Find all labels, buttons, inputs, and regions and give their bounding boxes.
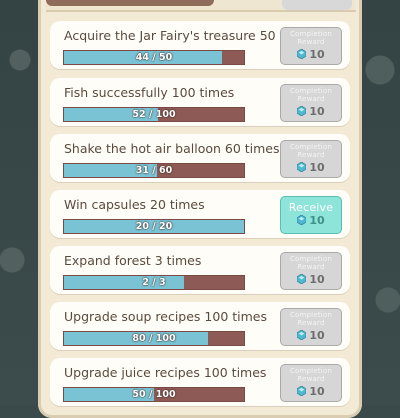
quest-title: Shake the hot air balloon 60 times <box>64 141 280 156</box>
completion-reward-button[interactable]: Completion Reward 10 <box>280 308 342 346</box>
panel-header-button[interactable] <box>282 0 352 10</box>
quest-title: Upgrade soup recipes 100 times <box>64 309 268 324</box>
reward-label: Completion Reward <box>289 255 333 271</box>
gem-icon <box>297 162 307 172</box>
quest-progress-bar: 44 / 50 <box>63 50 245 65</box>
quest-title: Upgrade juice recipes 100 times <box>64 365 267 380</box>
reward-label: Completion Reward <box>289 311 333 327</box>
quest-progress-bar: 80 / 100 <box>63 331 245 346</box>
quest-title: Fish successfully 100 times <box>64 85 235 100</box>
progress-text: 44 / 50 <box>135 52 173 63</box>
progress-text: 50 / 100 <box>132 389 176 400</box>
quest-progress-bar: 20 / 20 <box>63 219 245 234</box>
quest-title: Expand forest 3 times <box>64 253 202 268</box>
quest-row: Acquire the Jar Fairy's treasure 50 time… <box>50 21 350 69</box>
receive-reward-button[interactable]: Receive 10 <box>280 196 342 234</box>
reward-label: Completion Reward <box>289 30 333 46</box>
gem-icon <box>297 49 307 59</box>
reward-amount: 10 <box>309 161 325 174</box>
completion-reward-button[interactable]: Completion Reward 10 <box>280 364 342 402</box>
gem-icon <box>297 106 307 116</box>
panel-tab[interactable] <box>46 0 214 6</box>
quest-row: Shake the hot air balloon 60 times 31 / 6… <box>50 134 350 182</box>
progress-text: 20 / 20 <box>135 221 173 232</box>
progress-text: 2 / 3 <box>142 277 166 288</box>
reward-label: Completion Reward <box>289 143 333 159</box>
quest-progress-bar: 50 / 100 <box>63 387 245 402</box>
quest-row: Win capsules 20 times 20 / 20 Receive 10 <box>50 190 350 238</box>
gem-icon <box>297 386 307 396</box>
progress-text: 80 / 100 <box>132 333 176 344</box>
quest-row: Expand forest 3 times 2 / 3 Completion Rew… <box>50 246 350 294</box>
reward-amount: 10 <box>309 105 325 118</box>
quest-progress-bar: 52 / 100 <box>63 107 245 122</box>
reward-label: Completion Reward <box>289 87 333 103</box>
gem-icon <box>297 215 307 225</box>
progress-text: 52 / 100 <box>132 109 176 120</box>
gem-icon <box>297 274 307 284</box>
completion-reward-button[interactable]: Completion Reward 10 <box>280 27 342 65</box>
reward-amount: 10 <box>309 329 325 342</box>
reward-amount: 10 <box>309 214 325 227</box>
quest-row: Upgrade juice recipes 100 times 50 / 100 C… <box>50 358 350 406</box>
quest-progress-bar: 31 / 60 <box>63 163 245 178</box>
reward-label: Completion Reward <box>289 367 333 383</box>
quest-row: Fish successfully 100 times 52 / 100 Compl… <box>50 78 350 126</box>
quest-row: Upgrade soup recipes 100 times 80 / 100 Co… <box>50 302 350 350</box>
completion-reward-button[interactable]: Completion Reward 10 <box>280 252 342 290</box>
progress-text: 31 / 60 <box>135 165 173 176</box>
reward-amount: 10 <box>309 273 325 286</box>
quest-title: Acquire the Jar Fairy's treasure 50 time… <box>64 28 315 43</box>
reward-amount: 10 <box>309 385 325 398</box>
completion-reward-button[interactable]: Completion Reward 10 <box>280 140 342 178</box>
quest-progress-bar: 2 / 3 <box>63 275 245 290</box>
reward-amount: 10 <box>309 48 325 61</box>
completion-reward-button[interactable]: Completion Reward 10 <box>280 84 342 122</box>
gem-icon <box>297 330 307 340</box>
quest-title: Win capsules 20 times <box>64 197 205 212</box>
reward-label: Receive <box>288 201 334 214</box>
